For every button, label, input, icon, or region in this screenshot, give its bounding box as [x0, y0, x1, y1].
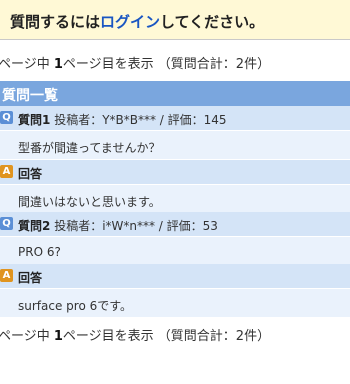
- pager-text-b: ページ目を表示 （質問合計：2件）: [62, 329, 271, 344]
- answer-1-text: 間違いはないと思います。: [18, 195, 161, 209]
- pager-text-a: ページ中: [0, 329, 54, 344]
- pager-info-bottom: ページ中 1ページ目を表示 （質問合計：2件）: [0, 325, 270, 344]
- question-2-header: Q 質問2 投稿者：i*W*n*** / 評価：53: [0, 212, 350, 236]
- pager-page-number: 1: [53, 329, 63, 344]
- question-2-body: PRO 6?: [0, 237, 350, 265]
- question-icon: Q: [0, 111, 13, 124]
- pager-text-a: ページ中: [0, 57, 54, 72]
- question-2-poster: 投稿者：i*W*n*** / 評価：53: [54, 219, 218, 233]
- question-2-meta: 質問2 投稿者：i*W*n*** / 評価：53: [18, 217, 218, 234]
- answer-icon: A: [0, 165, 13, 178]
- login-prompt-text: 質問するにはログインしてください。: [10, 11, 264, 32]
- question-1-text: 型番が間違ってませんか？: [18, 141, 161, 155]
- question-1-label[interactable]: 質問1: [18, 113, 50, 127]
- answer-icon: A: [0, 269, 13, 282]
- question-1-poster: 投稿者：Y*B*B*** / 評価：145: [54, 113, 227, 127]
- login-prompt-prefix: 質問するには: [10, 13, 101, 31]
- login-prompt-suffix: してください。: [160, 13, 265, 31]
- question-2-label[interactable]: 質問2: [18, 219, 50, 233]
- question-2-text: PRO 6?: [18, 245, 61, 259]
- answer-2-text: surface pro 6です。: [18, 299, 133, 313]
- answer-2-label: 回答: [18, 271, 43, 285]
- pager-page-number: 1: [53, 57, 63, 72]
- pager-text-b: ページ目を表示 （質問合計：2件）: [62, 57, 271, 72]
- answer-2-header: A 回答: [0, 264, 350, 288]
- pager-info-top: ページ中 1ページ目を表示 （質問合計：2件）: [0, 53, 270, 72]
- answer-2-label-wrap: 回答: [18, 269, 42, 286]
- answer-2-body: surface pro 6です。: [0, 289, 350, 317]
- question-icon: Q: [0, 217, 13, 230]
- question-list-header: 質問一覧: [0, 81, 350, 106]
- answer-1-label: 回答: [18, 167, 43, 181]
- question-1-meta: 質問1 投稿者：Y*B*B*** / 評価：145: [18, 111, 227, 128]
- login-link[interactable]: ログイン: [100, 13, 160, 31]
- answer-1-body: 間違いはないと思います。: [0, 185, 350, 213]
- answer-1-label-wrap: 回答: [18, 165, 42, 182]
- question-1-header: Q 質問1 投稿者：Y*B*B*** / 評価：145: [0, 106, 350, 130]
- login-prompt-banner: 質問するにはログインしてください。: [0, 0, 350, 40]
- answer-1-header: A 回答: [0, 160, 350, 184]
- question-1-body: 型番が間違ってませんか？: [0, 131, 350, 159]
